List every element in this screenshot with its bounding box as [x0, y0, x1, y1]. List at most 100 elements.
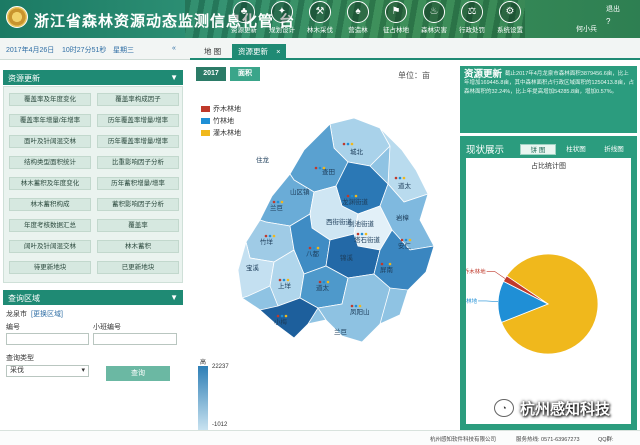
btn-annual-assessment-summary[interactable]: 年度考核数据汇总 [9, 219, 91, 232]
nav-planning[interactable]: ✦ 规划设计 [263, 1, 301, 37]
map-label: 小梅 [274, 317, 288, 326]
btn-coverage-factors[interactable]: 覆盖率构成因子 [97, 93, 179, 106]
tree-icon: ♣ [233, 1, 255, 23]
btn-stock-factor-analysis[interactable]: 蓄积影响因子分析 [97, 198, 179, 211]
nav-land-acquisition[interactable]: ⚑ 征占林地 [377, 1, 415, 37]
number-input[interactable] [6, 333, 89, 345]
map-label: 西街街道 [326, 217, 353, 226]
btn-coverage[interactable]: 覆盖率 [97, 219, 179, 232]
logout-link[interactable]: 退出 [606, 4, 620, 14]
resource-info-box: 资源更新 截止2017年4月龙泉市森林面积3879456.6亩，比上年增加169… [460, 66, 637, 133]
map-label: 宝溪 [246, 263, 260, 272]
map-label: 兰巨 [334, 327, 347, 336]
nav-afforestation[interactable]: ♠ 营造林 [339, 1, 377, 37]
map-label: 锦溪 [340, 253, 354, 262]
btn-pending-plots[interactable]: 待更新地块 [9, 261, 91, 274]
btn-historical-stock-increment[interactable]: 历年蓄积增量/增率 [97, 177, 179, 190]
main-nav: ♣ 资源更新 ✦ 规划设计 ⚒ 林木采伐 ♠ 营造林 ⚑ 征占林地 ♨ 森林灾害 ⚖ 行政处罚… [225, 1, 529, 37]
btn-structure-area-stats[interactable]: 结构类型面积统计 [9, 156, 91, 169]
btn-broadleaf-mixed[interactable]: 阔叶及针阔混交林 [9, 240, 91, 253]
close-icon[interactable]: × [276, 47, 280, 56]
legend-swatch [201, 118, 210, 125]
sapling-icon: ♠ [347, 1, 369, 23]
map-label: 兰巨 [270, 203, 283, 212]
year-toggle[interactable]: 2017 [196, 67, 226, 81]
scale-min-value: -1012 [212, 422, 228, 428]
query-city: 龙泉市 [6, 311, 27, 318]
county-choropleth-map[interactable]: 城北 道太 山区镇 查田 兰巨 龙渊街道 剑池街道 西街街道 竹垟 塔石街道 安… [230, 110, 450, 360]
map-label: 住龙 [256, 155, 270, 164]
collapse-arrow-icon[interactable]: ▼ [170, 73, 178, 82]
map-label: 道太 [398, 181, 412, 190]
map-label: 城北 [350, 148, 364, 156]
pie-leader-line [486, 271, 506, 279]
btn-forest-stock[interactable]: 林木蓄积 [97, 240, 179, 253]
nav-forest-disaster[interactable]: ♨ 森林灾害 [415, 1, 453, 37]
tab-pie-chart[interactable]: 饼 图 [520, 144, 556, 155]
map-label: 上垟 [278, 281, 292, 290]
current-time: 10时27分51秒 [62, 47, 107, 54]
btn-broadleaf-mixed-forest[interactable]: 面叶及针阔混交林 [9, 135, 91, 148]
content-tabs: 地 图 资源更新 × [190, 38, 640, 60]
pie-slice-label: 竹林地 [466, 297, 478, 305]
legend-swatch [201, 106, 210, 113]
btn-coverage-increment[interactable]: 覆盖率年增量/年增率 [9, 114, 91, 127]
footer-hotline: 服务热线: 0571-63967273 [516, 437, 580, 443]
collapse-sidebar-icon[interactable]: « [172, 45, 176, 52]
btn-historical-coverage-increment-2[interactable]: 历年覆盖率增量/增率 [97, 135, 179, 148]
flag-icon: ⚑ [385, 1, 407, 23]
footer: 杭州感知软件科技有限公司 服务热线: 0571-63967273 QQ群: [0, 430, 640, 445]
map-label: 龙渊街道 [342, 197, 369, 206]
gear-icon: ⚙ [499, 1, 521, 23]
map-panel: 2017 面积 单位：亩 乔木林地 竹林地 灌木林地 城北 道太 山区镇 查田 … [190, 60, 454, 439]
tab-bar-chart[interactable]: 柱状图 [558, 144, 594, 155]
map-label: 岩樟 [396, 213, 410, 222]
tab-resource-update-label: 资源更新 [238, 47, 268, 56]
query-panel-title: 查询区域 [8, 294, 40, 303]
value-scale-bar [198, 366, 208, 430]
map-label: 安仁 [398, 241, 412, 250]
btn-stock-annual-change[interactable]: 林木蓄积及年度变化 [9, 177, 91, 190]
map-label: 山区镇 [290, 187, 310, 196]
btn-coverage-annual-change[interactable]: 覆盖率及年度变化 [9, 93, 91, 106]
pie-chart-card: 占比统计图 竹林地 乔木林地 [466, 158, 631, 424]
stats-title: 现状展示 [466, 145, 505, 156]
pie-chart[interactable]: 竹林地乔木林地 [466, 172, 631, 422]
chevron-down-icon: ▾ [81, 367, 85, 374]
tab-line-chart[interactable]: 折线图 [596, 144, 632, 155]
nav-logging[interactable]: ⚒ 林木采伐 [301, 1, 339, 37]
map-label: 八都 [306, 250, 320, 258]
switch-region-link[interactable]: [更换区域] [31, 309, 63, 319]
query-button[interactable]: 查询 [106, 366, 170, 381]
query-type-select[interactable]: 采伐 ▾ [6, 365, 89, 377]
map-label: 凤阳山 [350, 307, 370, 316]
field2-label: 小班编号 [93, 324, 121, 331]
map-label: 屏南 [380, 265, 394, 274]
current-user: 何小兵 [576, 26, 597, 33]
btn-historical-coverage-increment[interactable]: 历年覆盖率增量/增率 [97, 114, 179, 127]
btn-stock-composition[interactable]: 林木蓄积构成 [9, 198, 91, 211]
query-type-value: 采伐 [10, 367, 24, 374]
tab-map[interactable]: 地 图 [198, 44, 227, 58]
btn-updated-plots[interactable]: 已更新地块 [97, 261, 179, 274]
pie-slice-label: 乔木林地 [466, 267, 486, 275]
map-label: 道太 [316, 283, 330, 292]
resource-panel-header[interactable]: 资源更新 ▼ [3, 70, 183, 85]
scale-max-value: 22237 [212, 364, 229, 370]
help-icon[interactable]: ? [606, 17, 610, 26]
tab-resource-update[interactable]: 资源更新 × [232, 44, 287, 58]
nav-system-settings[interactable]: ⚙ 系统设置 [491, 1, 529, 37]
app-header: 浙江省森林资源动态监测信息化管 台 ♣ 资源更新 ✦ 规划设计 ⚒ 林木采伐 ♠ 营造林… [0, 0, 640, 38]
info-title: 资源更新 [464, 69, 503, 80]
pie-leader-line [478, 300, 499, 302]
nav-resource-update[interactable]: ♣ 资源更新 [225, 1, 263, 37]
fire-icon: ♨ [423, 1, 445, 23]
metric-toggle[interactable]: 面积 [230, 67, 260, 81]
query-panel-header[interactable]: 查询区域 ▼ [3, 290, 183, 305]
btn-proportion-factor-analysis[interactable]: 比重影响因子分析 [97, 156, 179, 169]
subcompartment-input[interactable] [93, 333, 177, 345]
nav-administrative-penalty[interactable]: ⚖ 行政处罚 [453, 1, 491, 37]
query-type-label: 查询类型 [6, 355, 34, 362]
collapse-arrow-icon[interactable]: ▼ [170, 293, 178, 302]
datetime-bar: 2017年4月26日 10时27分51秒 星期三 « [0, 38, 190, 60]
